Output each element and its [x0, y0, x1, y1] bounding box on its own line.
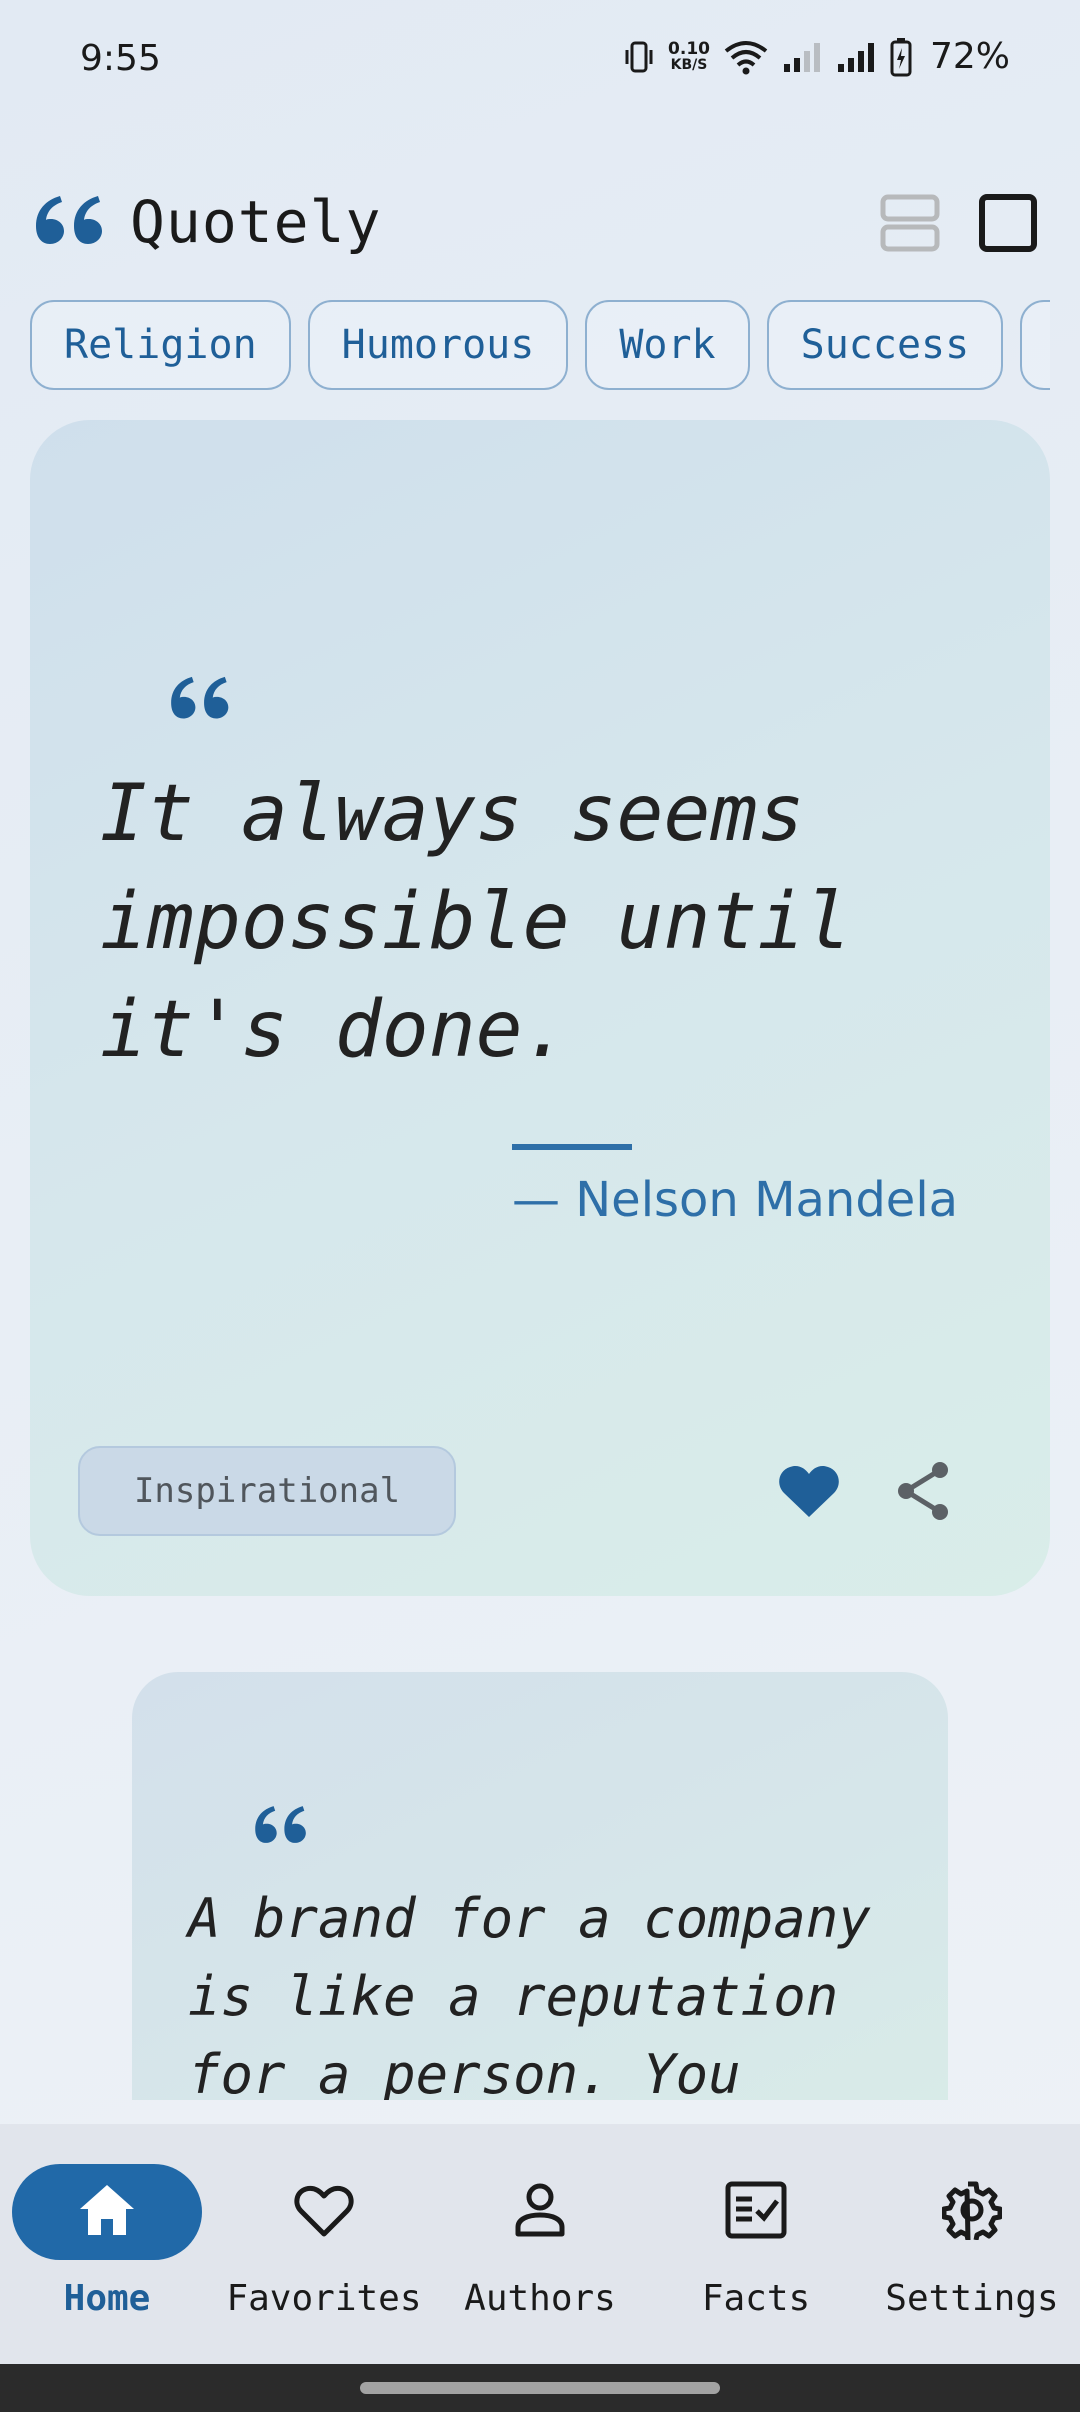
bottom-nav: Home Favorites Authors Facts Settings [0, 2124, 1080, 2364]
battery-percent: 72% [929, 36, 1010, 77]
nav-settings[interactable]: Settings [867, 2164, 1077, 2344]
chip-humorous[interactable]: Humorous [307, 300, 569, 390]
single-view-button[interactable] [968, 185, 1048, 265]
quote-card[interactable]: It always seems impossible until it's do… [30, 420, 1050, 1596]
share-button[interactable] [886, 1456, 960, 1530]
chip-work[interactable]: Work [585, 300, 750, 390]
quote-icon [250, 1800, 308, 1850]
quote-text: It always seems impossible until it's do… [100, 769, 852, 1075]
quote-icon [165, 670, 231, 726]
wifi-icon [724, 39, 768, 75]
signal-icon [836, 40, 876, 74]
author-divider [512, 1144, 632, 1150]
signal-icon [782, 40, 822, 74]
nav-home-label: Home [63, 2278, 151, 2319]
nav-favorites[interactable]: Favorites [219, 2164, 429, 2344]
vibrate-icon [624, 40, 654, 74]
app-header: Quotely [30, 180, 1050, 270]
nav-authors[interactable]: Authors [435, 2164, 645, 2344]
gesture-handle[interactable] [360, 2382, 720, 2394]
chip-partial[interactable]: F [1020, 300, 1050, 390]
nav-authors-pill [445, 2164, 635, 2260]
status-icons: 0.10 KB/S 72% [624, 36, 1010, 77]
nav-home[interactable]: Home [2, 2164, 212, 2344]
quote-card-next[interactable]: A brand for a company is like a reputati… [132, 1672, 948, 2100]
list-view-icon [880, 194, 940, 256]
share-icon [894, 1460, 952, 1526]
favorite-button[interactable] [772, 1456, 846, 1530]
nav-settings-pill [877, 2164, 1067, 2260]
fact-check-icon [725, 2181, 787, 2243]
quote-author[interactable]: — Nelson Mandela [512, 1172, 958, 1228]
status-time: 9:55 [80, 38, 161, 79]
single-view-icon [978, 193, 1038, 257]
home-icon [78, 2183, 136, 2241]
nav-facts-label: Facts [701, 2278, 811, 2319]
chip-religion[interactable]: Religion [30, 300, 291, 390]
person-icon [514, 2182, 566, 2242]
category-chips: Religion Humorous Work Success F [30, 300, 1050, 392]
nav-home-pill [12, 2164, 202, 2260]
heart-filled-icon [778, 1463, 840, 1523]
chip-success[interactable]: Success [766, 300, 1004, 390]
app-title: Quotely [130, 188, 382, 256]
battery-charging-icon [890, 37, 912, 77]
category-tag[interactable]: Inspirational [78, 1446, 456, 1536]
net-speed-unit: KB/S [670, 56, 708, 73]
nav-favorites-label: Favorites [226, 2278, 422, 2319]
heart-outline-icon [293, 2182, 355, 2242]
nav-authors-label: Authors [464, 2278, 616, 2319]
quote-icon [30, 188, 104, 252]
gesture-area [0, 2364, 1080, 2412]
gear-icon [941, 2180, 1003, 2244]
nav-facts-pill [661, 2164, 851, 2260]
quote-text-next: A brand for a company is like a reputati… [188, 1887, 871, 2100]
nav-facts[interactable]: Facts [651, 2164, 861, 2344]
nav-favorites-pill [229, 2164, 419, 2260]
net-speed: 0.10 KB/S [668, 38, 710, 73]
nav-settings-label: Settings [885, 2278, 1059, 2319]
status-bar: 9:55 0.10 KB/S 72% [0, 0, 1080, 120]
net-speed-value: 0.10 [668, 38, 710, 59]
list-view-button[interactable] [870, 185, 950, 265]
